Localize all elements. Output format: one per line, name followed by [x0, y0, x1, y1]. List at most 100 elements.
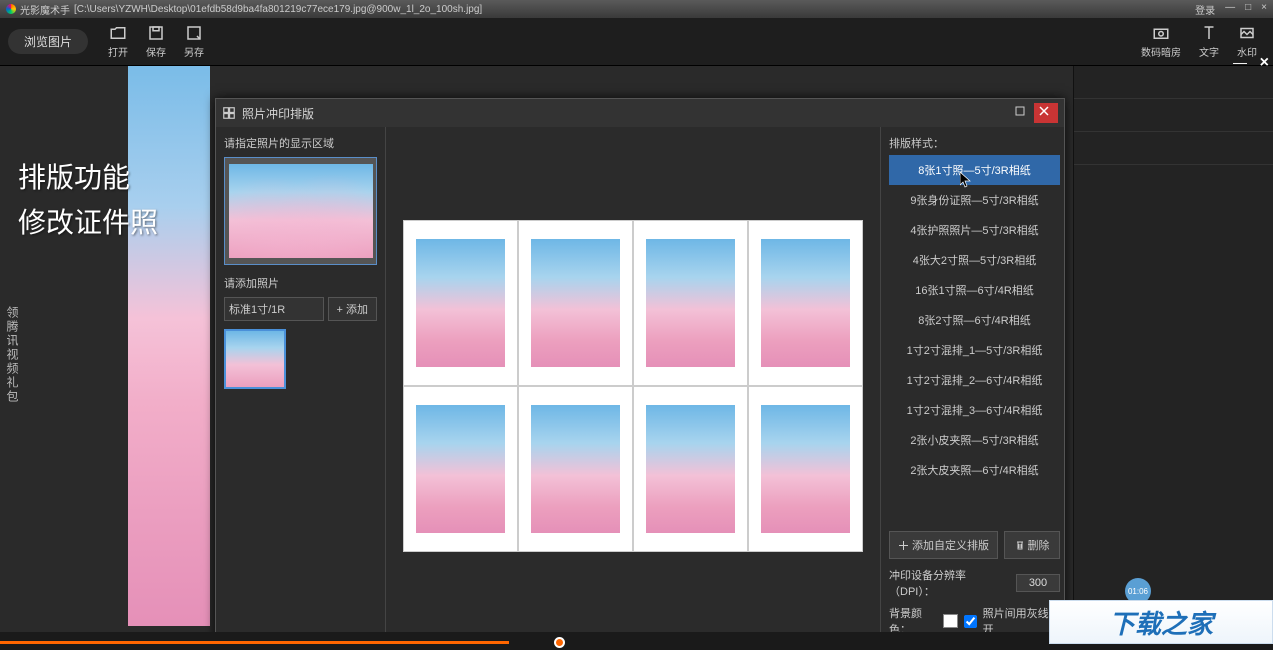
- add-photo-button[interactable]: + 添加: [328, 297, 377, 321]
- progress-fill: [0, 641, 509, 644]
- app-name: 光影魔术手: [20, 2, 70, 17]
- dialog-title: 照片冲印排版: [242, 105, 314, 122]
- dpi-label: 冲印设备分辨率（DPI）：: [889, 567, 1010, 599]
- overlay-text-top-2: 修改证件照: [18, 201, 158, 246]
- window-min-icon[interactable]: —: [1225, 2, 1235, 17]
- style-item[interactable]: 2张小皮夹照—5寸/3R相纸: [889, 425, 1060, 455]
- camera-icon: [1152, 24, 1170, 42]
- print-paper: [403, 220, 863, 552]
- close-icon: [1039, 106, 1053, 120]
- paper-cell: [518, 386, 633, 552]
- bg-color-swatch[interactable]: [943, 614, 957, 628]
- window-close-icon[interactable]: ×: [1261, 2, 1267, 17]
- photo-slot: [416, 405, 504, 533]
- text-label: 文字: [1199, 44, 1219, 59]
- window-titlebar: 光影魔术手 [C:\Users\YZWH\Desktop\01efdb58d9b…: [0, 0, 1273, 18]
- photo-slot: [761, 239, 849, 367]
- add-custom-button[interactable]: 添加自定义排版: [889, 531, 998, 559]
- style-item[interactable]: 2张大皮夹照—6寸/4R相纸: [889, 455, 1060, 485]
- paper-cell: [748, 220, 863, 386]
- darkroom-label: 数码暗房: [1141, 44, 1181, 59]
- add-custom-label: 添加自定义排版: [912, 537, 989, 553]
- style-item[interactable]: 9张身份证照—5寸/3R相纸: [889, 185, 1060, 215]
- saveas-icon: [185, 24, 203, 42]
- overlay-text-top: 排版功能 修改证件照: [18, 156, 158, 246]
- display-area-label: 请指定照片的显示区域: [224, 135, 377, 151]
- canvas-area: gymssjs2 领腾讯视频礼包 排版功能 修改证件照 选择证件照样 式，打印即…: [0, 66, 1073, 632]
- text-icon: [1200, 24, 1218, 42]
- dialog-titlebar[interactable]: 照片冲印排版: [216, 99, 1064, 127]
- photo-slot: [646, 239, 734, 367]
- text-button[interactable]: 文字: [1199, 24, 1219, 59]
- layout-icon: [222, 106, 236, 120]
- style-item[interactable]: 8张1寸照—5寸/3R相纸: [889, 155, 1060, 185]
- dialog-max-button[interactable]: [1010, 103, 1034, 123]
- photo-list: [224, 329, 377, 632]
- photo-slot: [531, 239, 619, 367]
- saveas-button[interactable]: 另存: [184, 24, 204, 59]
- panel-section: [1074, 99, 1273, 132]
- plus-icon: [898, 540, 909, 551]
- dialog-left-panel: 请指定照片的显示区域 请添加照片 标准1寸/1R + 添加: [216, 127, 386, 632]
- right-side-panel: — ×: [1073, 66, 1273, 632]
- style-item[interactable]: 8张2寸照—6寸/4R相纸: [889, 305, 1060, 335]
- paper-cell: [633, 386, 748, 552]
- panel-section: [1074, 66, 1273, 99]
- display-thumb: [229, 164, 373, 258]
- dialog-body: 请指定照片的显示区域 请添加照片 标准1寸/1R + 添加: [216, 127, 1064, 632]
- photo-thumb[interactable]: [224, 329, 286, 389]
- photo-slot: [416, 239, 504, 367]
- save-button[interactable]: 保存: [146, 24, 166, 59]
- panel-section: [1074, 132, 1273, 165]
- photo-slot: [761, 405, 849, 533]
- delete-style-button[interactable]: 删除: [1004, 531, 1060, 559]
- style-item[interactable]: 1寸2寸混排_3—6寸/4R相纸: [889, 395, 1060, 425]
- style-list[interactable]: 8张1寸照—5寸/3R相纸 9张身份证照—5寸/3R相纸 4张护照照片—5寸/3…: [889, 155, 1060, 523]
- style-item[interactable]: 4张大2寸照—5寸/3R相纸: [889, 245, 1060, 275]
- photo-size-select[interactable]: 标准1寸/1R: [224, 297, 324, 321]
- save-label: 保存: [146, 44, 166, 59]
- max-icon: [1015, 106, 1029, 120]
- paper-cell: [633, 220, 748, 386]
- open-label: 打开: [108, 44, 128, 59]
- style-item[interactable]: 4张护照照片—5寸/3R相纸: [889, 215, 1060, 245]
- progress-handle[interactable]: [554, 637, 565, 648]
- panel-min-icon[interactable]: —: [1233, 54, 1247, 70]
- login-link[interactable]: 登录: [1195, 2, 1215, 17]
- bg-label: 背景颜色：: [889, 605, 937, 632]
- promo-vertical[interactable]: 领腾讯视频礼包: [4, 306, 21, 404]
- open-button[interactable]: 打开: [108, 24, 128, 59]
- browse-button[interactable]: 浏览图片: [8, 29, 88, 54]
- display-area[interactable]: [224, 157, 377, 265]
- main-area: gymssjs2 领腾讯视频礼包 排版功能 修改证件照 选择证件照样 式，打印即…: [0, 66, 1273, 632]
- app-logo-icon: [6, 4, 16, 14]
- window-max-icon[interactable]: □: [1245, 2, 1251, 17]
- paper-cell: [518, 220, 633, 386]
- save-icon: [147, 24, 165, 42]
- dialog-right-panel: 排版样式： 8张1寸照—5寸/3R相纸 9张身份证照—5寸/3R相纸 4张护照照…: [880, 127, 1064, 632]
- trash-icon: [1015, 540, 1025, 550]
- gray-sep-checkbox[interactable]: [964, 615, 977, 628]
- panel-close-icon[interactable]: ×: [1260, 54, 1269, 72]
- add-photo-label: 请添加照片: [224, 275, 377, 291]
- print-layout-dialog: 照片冲印排版 请指定照片的显示区域 请添加照片 标准1寸/1R + 添加: [215, 98, 1065, 632]
- photo-slot: [646, 405, 734, 533]
- paper-cell: [403, 220, 518, 386]
- style-item[interactable]: 1寸2寸混排_2—6寸/4R相纸: [889, 365, 1060, 395]
- paper-cell: [748, 386, 863, 552]
- watermark-icon: [1238, 24, 1256, 42]
- paper-cell: [403, 386, 518, 552]
- overlay-text-top-1: 排版功能: [18, 156, 158, 201]
- delete-label: 删除: [1028, 537, 1050, 553]
- style-item[interactable]: 1寸2寸混排_1—5寸/3R相纸: [889, 335, 1060, 365]
- saveas-label: 另存: [184, 44, 204, 59]
- background-photo: [128, 66, 210, 626]
- style-label: 排版样式：: [889, 135, 1060, 151]
- darkroom-button[interactable]: 数码暗房: [1141, 24, 1181, 59]
- file-path: [C:\Users\YZWH\Desktop\01efdb58d9ba4fa80…: [74, 4, 482, 15]
- dialog-close-button[interactable]: [1034, 103, 1058, 123]
- download-site-logo: 下载之家: [1049, 600, 1273, 644]
- preview-area: [386, 127, 880, 632]
- dpi-input[interactable]: [1016, 574, 1060, 592]
- style-item[interactable]: 16张1寸照—6寸/4R相纸: [889, 275, 1060, 305]
